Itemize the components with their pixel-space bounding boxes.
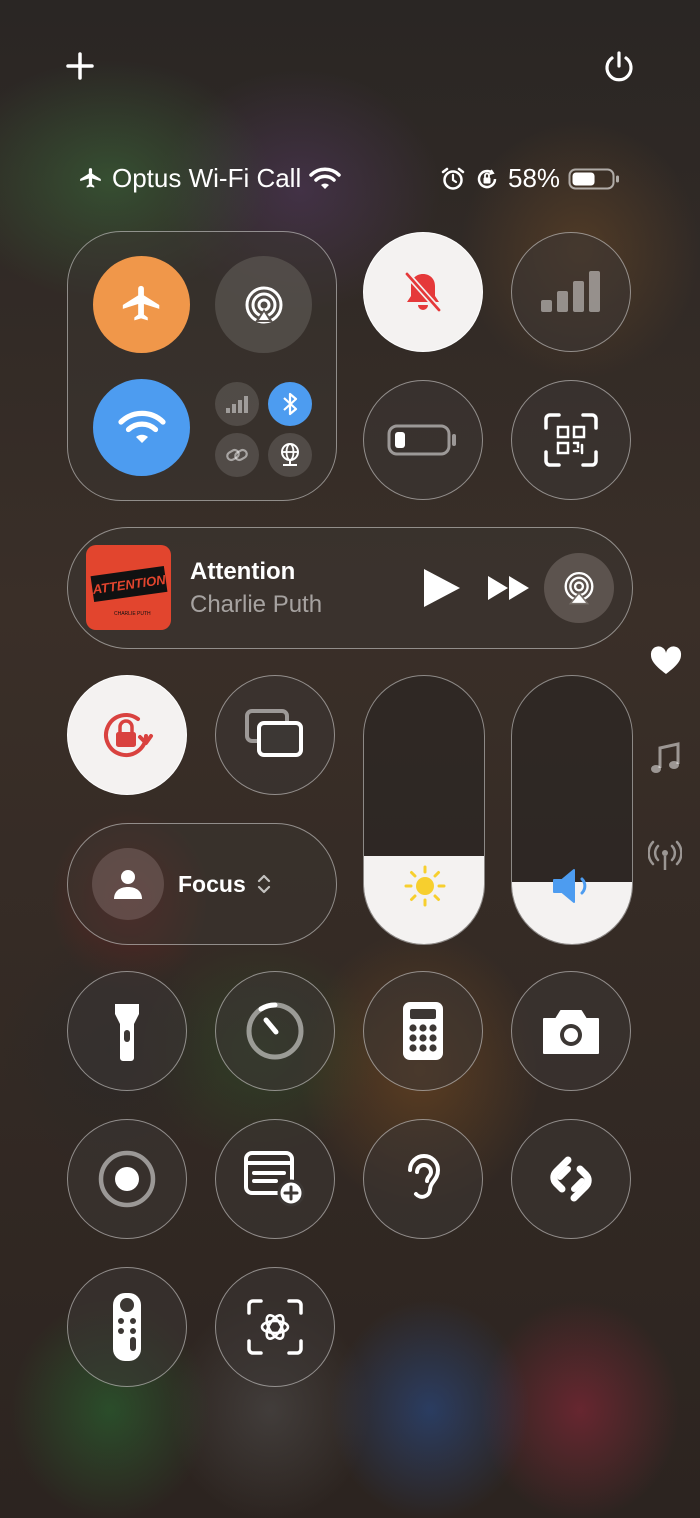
sun-icon <box>404 865 446 907</box>
calculator-icon <box>403 1002 443 1060</box>
orientation-lock-icon <box>104 713 153 757</box>
power-icon <box>605 51 633 82</box>
add-control-button[interactable] <box>62 48 98 84</box>
airplay-audio-icon <box>564 571 594 605</box>
personal-hotspot-toggle[interactable] <box>215 433 259 477</box>
bell-slash-icon <box>404 272 442 312</box>
wifi-icon <box>117 410 166 443</box>
volume-slider[interactable] <box>511 675 633 945</box>
antenna-icon[interactable] <box>648 840 682 872</box>
artwork-artist: CHARLIE PUTH <box>114 611 151 617</box>
low-power-mode-toggle[interactable] <box>363 380 483 500</box>
play-icon <box>424 569 460 607</box>
quick-note-button[interactable] <box>215 1119 335 1239</box>
camera-icon <box>543 1010 599 1054</box>
vpn-toggle[interactable] <box>268 433 312 477</box>
shazam-icon <box>550 1156 592 1202</box>
music-note-icon[interactable] <box>650 742 680 776</box>
quick-note-icon <box>244 1151 305 1207</box>
wifi-icon <box>309 167 341 189</box>
shazam-button[interactable] <box>511 1119 631 1239</box>
airdrop-icon <box>245 286 282 323</box>
camera-button[interactable] <box>511 971 631 1091</box>
plus-icon <box>66 52 94 80</box>
cellular-data-toggle[interactable] <box>215 382 259 426</box>
brightness-slider[interactable] <box>363 675 485 945</box>
status-bar-right: 58% <box>440 163 620 194</box>
visual-intelligence-icon <box>247 1299 303 1355</box>
calculator-button[interactable] <box>363 971 483 1091</box>
bluetooth-toggle[interactable] <box>268 382 312 426</box>
orientation-lock-toggle[interactable] <box>67 675 187 795</box>
cellular-signal-button[interactable] <box>511 232 631 352</box>
play-button[interactable] <box>418 566 462 610</box>
wifi-toggle[interactable] <box>93 379 190 476</box>
focus-avatar <box>92 848 164 920</box>
screen-mirroring-icon <box>245 709 303 757</box>
next-track-button[interactable] <box>486 573 532 603</box>
power-button[interactable] <box>600 48 638 86</box>
ear-icon <box>408 1154 441 1199</box>
orientation-lock-icon <box>477 168 497 188</box>
apple-tv-remote-button[interactable] <box>67 1267 187 1387</box>
remote-icon <box>113 1293 141 1361</box>
qr-code-icon <box>544 413 598 467</box>
airplane-mode-toggle[interactable] <box>93 256 190 353</box>
flashlight-button[interactable] <box>67 971 187 1091</box>
status-bar-left: Optus Wi-Fi Call <box>78 163 341 194</box>
battery-icon <box>387 424 456 456</box>
chevron-up-down-icon <box>257 874 271 894</box>
globe-network-icon <box>281 443 299 466</box>
airplane-icon <box>122 285 159 320</box>
airdrop-toggle[interactable] <box>215 256 312 353</box>
link-icon <box>226 448 248 462</box>
airplay-button[interactable] <box>544 553 614 623</box>
hearing-button[interactable] <box>363 1119 483 1239</box>
flashlight-icon <box>115 1004 139 1061</box>
person-icon <box>114 870 142 899</box>
heart-icon[interactable] <box>650 646 682 676</box>
artwork-title: ATTENTION <box>91 571 167 597</box>
code-scanner-button[interactable] <box>511 380 631 500</box>
cellular-signal-icon <box>541 271 600 312</box>
record-icon <box>98 1150 156 1208</box>
cellular-signal-icon <box>226 396 248 413</box>
album-artwork: ATTENTION CHARLIE PUTH <box>86 545 171 630</box>
bluetooth-icon <box>283 392 298 416</box>
carrier-label: Optus Wi-Fi Call <box>112 163 302 193</box>
alarm-icon <box>441 167 465 190</box>
silent-mode-toggle[interactable] <box>363 232 483 352</box>
speaker-icon <box>553 869 587 903</box>
screen-recording-button[interactable] <box>67 1119 187 1239</box>
screen-mirroring-button[interactable] <box>215 675 335 795</box>
timer-icon <box>246 1002 304 1060</box>
song-title: Attention <box>190 558 296 585</box>
battery-percent: 58% <box>508 163 561 193</box>
fast-forward-icon <box>488 576 529 600</box>
visual-intelligence-button[interactable] <box>215 1267 335 1387</box>
airplane-icon <box>80 167 101 188</box>
focus-label: Focus <box>178 871 246 897</box>
timer-button[interactable] <box>215 971 335 1091</box>
battery-icon <box>568 168 620 189</box>
song-artist: Charlie Puth <box>190 591 323 618</box>
